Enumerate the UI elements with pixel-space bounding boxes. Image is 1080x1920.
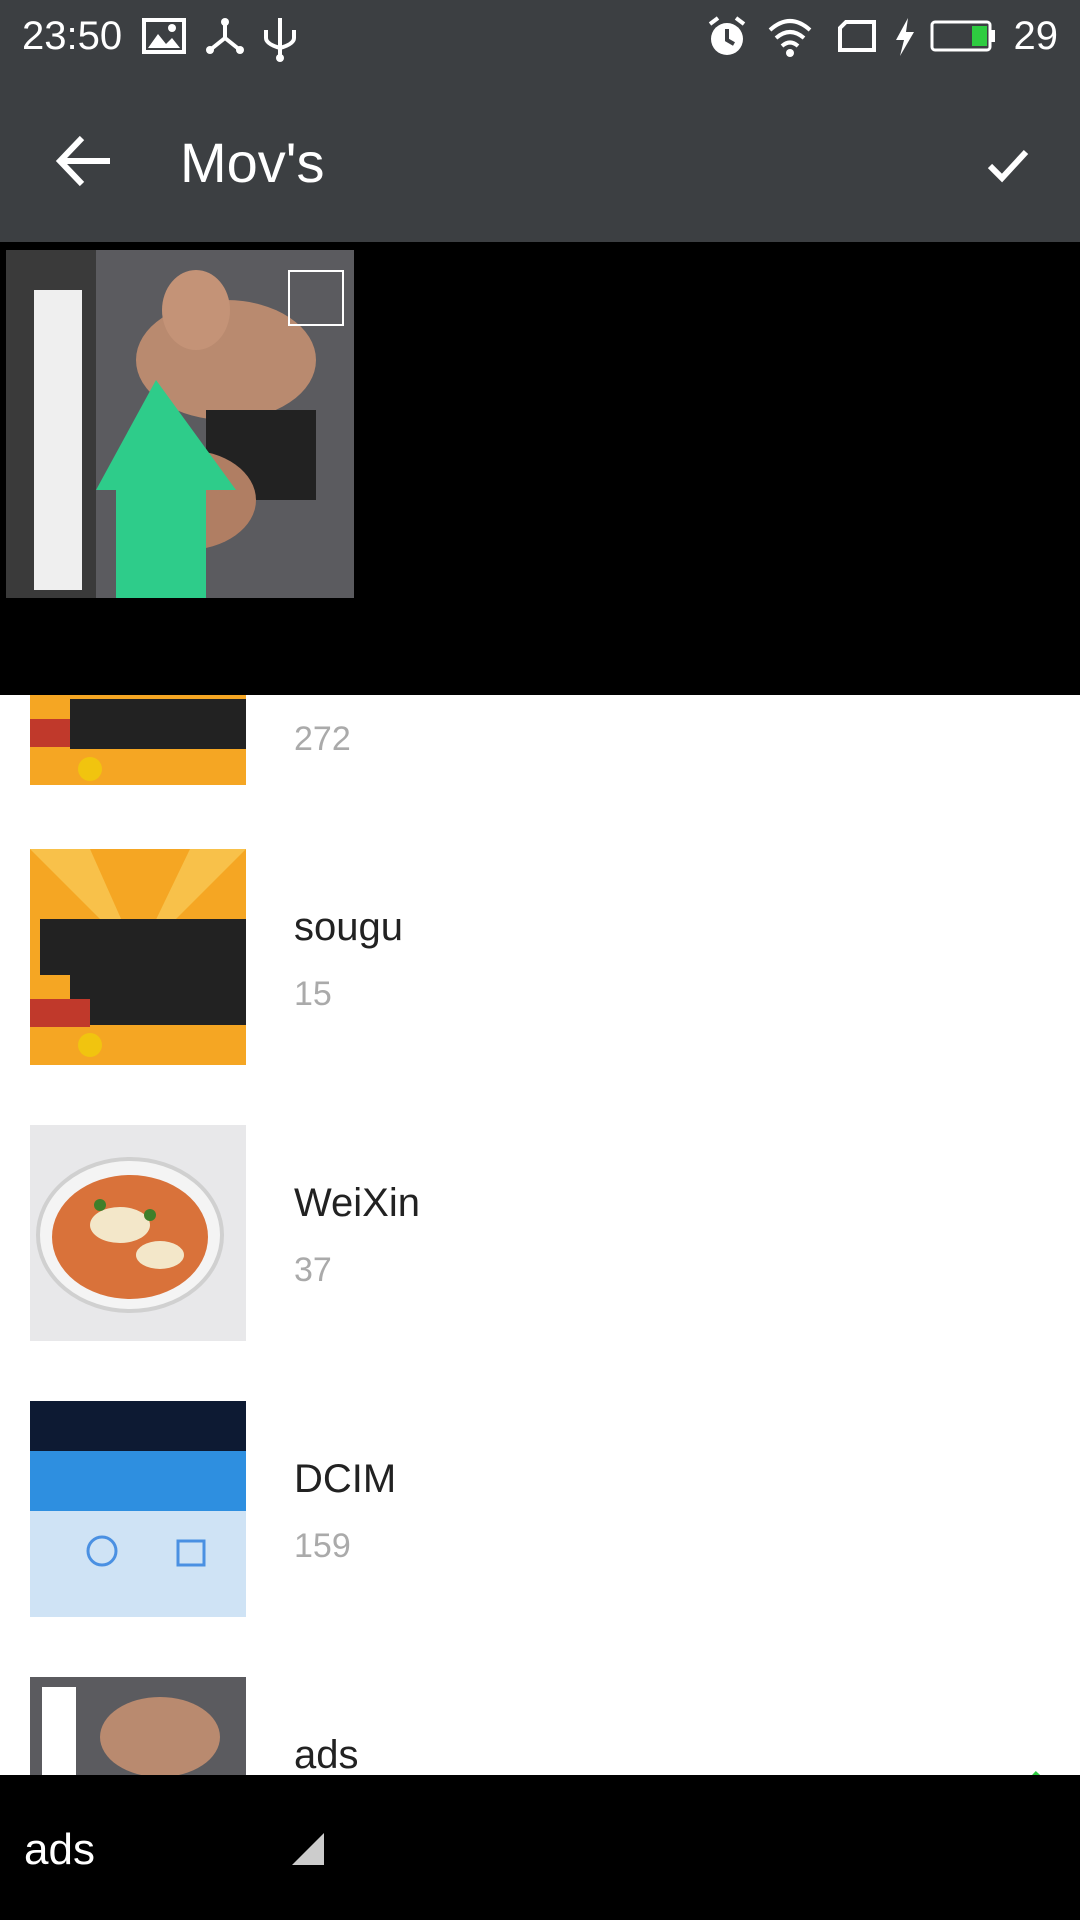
select-checkbox[interactable] [288,270,344,326]
album-name: sougu [294,905,403,949]
album-name: DCIM [294,1457,397,1501]
album-count: 159 [294,1527,351,1565]
toolbar: Mov's [0,76,1080,242]
share-icon [204,16,246,63]
preview-thumbnail[interactable] [6,250,354,598]
charging-icon [892,16,918,63]
album-thumbnail [30,849,246,1065]
check-icon [990,1755,1050,1775]
list-item[interactable]: DCIM 159 [0,1401,1080,1617]
wifi-icon [766,16,814,63]
sim-icon [836,16,878,61]
album-thumbnail [30,695,246,785]
back-button[interactable] [50,126,120,196]
album-name: ads [294,1733,359,1775]
album-count: 272 [294,720,351,758]
list-item[interactable]: ads [0,1677,1080,1775]
page-title: Mov's [180,131,325,194]
list-item[interactable]: 272 [0,695,1080,785]
corner-triangle-icon[interactable] [292,1833,324,1870]
album-thumbnail [30,1125,246,1341]
album-thumbnail [30,1401,246,1617]
list-item[interactable]: sougu 15 [0,849,1080,1065]
check-icon [987,149,1029,183]
bottom-bar: ads [0,1775,1080,1920]
arrow-left-icon [55,135,110,187]
battery-level: 29 [1013,14,1059,58]
list-item[interactable]: WeiXin 37 [0,1125,1080,1341]
alarm-icon [706,16,748,63]
image-icon [142,16,186,61]
preview-panel [0,242,1080,695]
album-count: 15 [294,975,332,1013]
album-list: 272 sougu 15 WeiXin 37 DCIM 159 ads [0,695,1080,1775]
album-count: 37 [294,1251,332,1289]
status-time: 23:50 [22,14,123,58]
album-thumbnail [30,1677,246,1775]
status-bar: 23:50 29 [0,0,1080,76]
album-name: WeiXin [294,1181,420,1225]
done-button[interactable] [976,132,1040,196]
usb-icon [262,16,298,67]
album-selector[interactable]: ads [24,1825,95,1875]
battery-icon [930,16,998,61]
